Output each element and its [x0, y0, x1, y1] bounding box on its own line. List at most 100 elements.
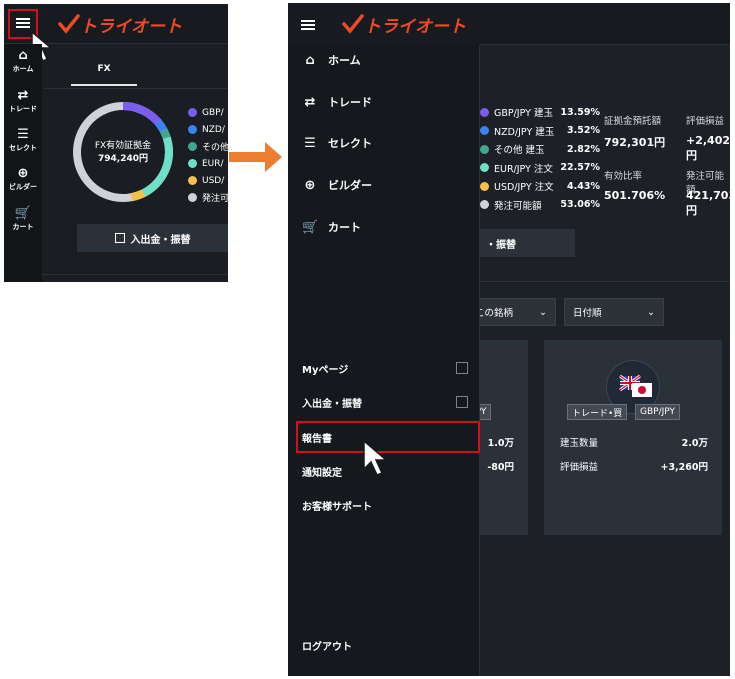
pl-label: 評価損益	[686, 116, 725, 127]
legend-item: GBP/	[188, 104, 228, 121]
legend-item: USD/	[188, 172, 228, 189]
home-icon: ⌂	[18, 48, 28, 63]
rail-item-cart[interactable]: 🛒 カート	[4, 206, 42, 232]
pl-label: 評価損益	[560, 462, 599, 473]
right-screenshot: GBP/JPY 建玉 13.59% NZD/JPY 建玉 3.52% その他 建玉 2.8…	[288, 3, 730, 676]
hamburger-menu-icon[interactable]	[301, 18, 315, 32]
mouse-cursor-icon	[363, 439, 389, 476]
rail-label: セレクト	[9, 144, 37, 152]
deposit-label: 証拠金預託額	[604, 116, 662, 127]
divider	[42, 274, 228, 275]
pl-value: -80円	[487, 462, 514, 473]
legend-item: 発注可	[188, 189, 228, 206]
legend-name: NZD/JPY 建玉	[480, 124, 554, 138]
legend-name: EUR/JPY 注文	[480, 161, 553, 175]
drawer-item-label: トレード	[328, 96, 372, 109]
legend-item: NZD/	[188, 121, 228, 138]
drawer-link-mypage[interactable]: Myページ	[300, 354, 468, 382]
deposit-value: 792,301円	[604, 136, 666, 149]
external-link-icon	[114, 233, 125, 243]
legend-item: 発注可能額 53.06%	[480, 196, 600, 215]
home-icon: ⌂	[305, 52, 315, 68]
pl-value: +2,402円	[686, 134, 730, 162]
sort-dropdown[interactable]: 日付順 ⌄	[564, 298, 664, 326]
drawer-item-label: カート	[328, 221, 361, 234]
brand-logo: トライオート	[58, 12, 182, 37]
left-screenshot: トライオート ⌂ ホーム ⇄ トレード ☰ セレクト ⊕ ビルダー 🛒 カート …	[4, 4, 228, 282]
logout-link[interactable]: ログアウト	[300, 631, 468, 659]
chevron-down-icon: ⌄	[539, 306, 547, 318]
legend-label: NZD/JPY 建玉	[494, 126, 555, 138]
cart-icon: 🛒	[302, 219, 319, 235]
legend-label: 発注可能額	[494, 200, 542, 212]
rail-item-builder[interactable]: ⊕ ビルダー	[4, 166, 42, 192]
legend-label: GBP/JPY 建玉	[494, 108, 553, 120]
legend-swatch	[188, 176, 197, 185]
legend-item: USD/JPY 注文 4.43%	[480, 177, 600, 196]
brand-check-icon	[342, 14, 364, 34]
available-value: 421,703円	[686, 189, 730, 217]
legend-percent: 3.52%	[567, 125, 600, 137]
drawer-link-label: 入出金・振替	[302, 398, 362, 410]
rail-item-select[interactable]: ☰ セレクト	[4, 127, 42, 153]
legend-label: EUR/JPY 注文	[494, 163, 553, 175]
legend-label: 発注可	[202, 194, 228, 204]
legend-percent: 2.82%	[567, 143, 600, 155]
legend-label: USD/JPY 注文	[494, 182, 554, 194]
drawer-item-select[interactable]: ☰ セレクト	[288, 123, 480, 163]
position-card[interactable]: トレード•買 GBP/JPY 建玉数量 2.0万 評価損益 +3,260円	[544, 340, 722, 535]
drawer-item-label: ビルダー	[328, 179, 372, 192]
chevron-down-icon: ⌄	[647, 306, 655, 318]
legend-label: その他 建玉	[494, 145, 545, 157]
cart-icon: 🛒	[14, 206, 32, 221]
qty-value: 2.0万	[681, 438, 708, 449]
drawer-item-home[interactable]: ⌂ ホーム	[288, 40, 480, 80]
drawer-item-trade[interactable]: ⇄ トレード	[288, 82, 480, 122]
pair-badge: GBP/JPY	[635, 404, 680, 420]
brand-filter-value: この銘柄	[475, 308, 514, 319]
legend-percent: 4.43%	[567, 180, 600, 192]
legend-swatch	[188, 108, 197, 117]
legend-item: EUR/JPY 注文 22.57%	[480, 159, 600, 178]
drawer-item-builder[interactable]: ⊕ ビルダー	[288, 165, 480, 205]
rail-label: ビルダー	[9, 183, 37, 191]
qty-value: 1.0万	[487, 438, 514, 449]
legend-swatch	[188, 193, 197, 202]
right-arrow-icon	[229, 142, 282, 172]
trade-icon: ⇄	[17, 88, 29, 103]
rail-label: ホーム	[12, 65, 34, 73]
drawer-item-label: ホーム	[328, 54, 361, 67]
legend-swatch	[480, 181, 489, 191]
rail-item-home[interactable]: ⌂ ホーム	[4, 48, 42, 74]
drawer-item-cart[interactable]: 🛒 カート	[288, 207, 480, 247]
brand-name: トライオート	[80, 16, 182, 37]
drawer-link-deposit[interactable]: 入出金・振替	[300, 388, 468, 416]
deposit-transfer-button[interactable]: 入出金・振替	[77, 224, 228, 252]
rail-label: トレード	[9, 105, 37, 113]
legend-swatch	[188, 142, 197, 151]
side-drawer: トライオート ⌂ ホーム ⇄ トレード ☰ セレクト ⊕ ビルダー 🛒 カート …	[288, 3, 480, 676]
rail-item-trade[interactable]: ⇄ トレード	[4, 88, 42, 114]
legend-item: その他	[188, 138, 228, 155]
legend-swatch	[480, 144, 489, 154]
legend-name: その他 建玉	[480, 142, 545, 156]
builder-icon: ⊕	[17, 166, 29, 181]
legend-name: GBP/JPY 建玉	[480, 105, 553, 119]
pl-value: +3,260円	[660, 462, 708, 473]
tab-fx[interactable]: FX	[71, 64, 137, 86]
legend-item: NZD/JPY 建玉 3.52%	[480, 122, 600, 141]
legend-swatch	[480, 163, 489, 173]
brand-name: トライオート	[364, 16, 466, 37]
legend-label: NZD/	[202, 124, 225, 135]
drawer-item-label: セレクト	[328, 137, 372, 150]
drawer-link-label: Myページ	[302, 364, 349, 376]
ratio-value: 501.706%	[604, 189, 666, 202]
drawer-link-support[interactable]: お客様サポート	[300, 491, 468, 519]
deposit-transfer-button[interactable]: ・振替	[480, 229, 575, 257]
legend-percent: 22.57%	[560, 162, 600, 174]
drawer-link-label: 通知設定	[302, 467, 342, 479]
legend-item: GBP/JPY 建玉 13.59%	[480, 103, 600, 122]
legend-label: EUR/	[202, 158, 224, 169]
legend-percent: 53.06%	[560, 199, 600, 211]
trade-type-badge: トレード•買	[567, 404, 628, 420]
